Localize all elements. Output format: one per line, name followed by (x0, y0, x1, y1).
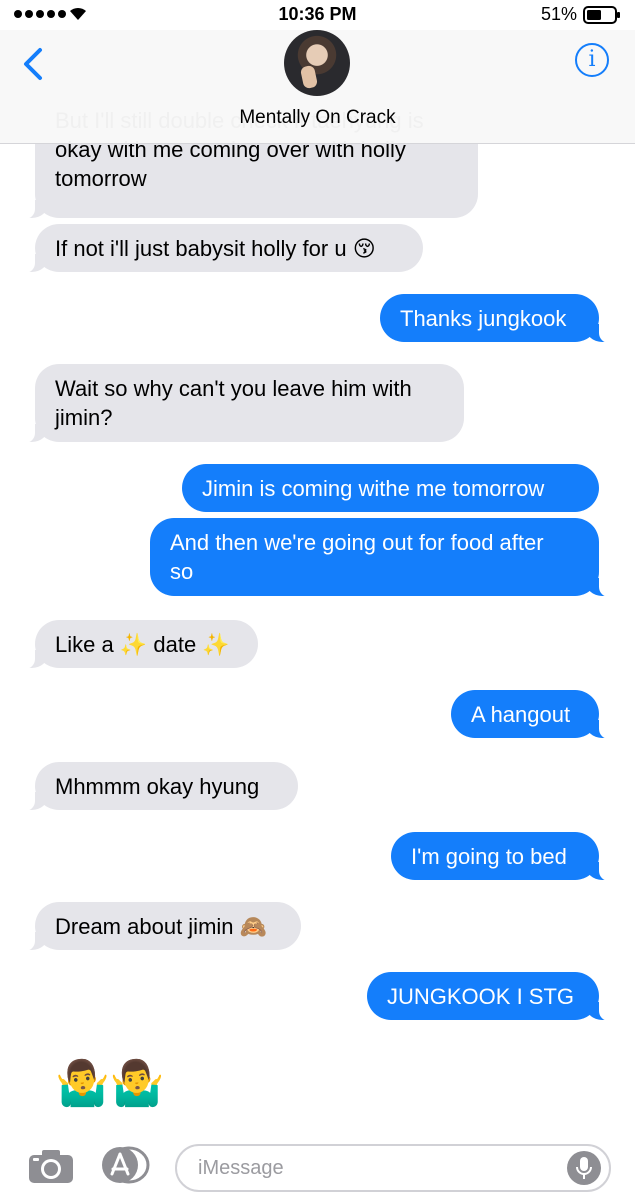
message-bubble-incoming[interactable]: Wait so why can't you leave him with jim… (19, 364, 464, 443)
message-input-placeholder: iMessage (198, 1157, 284, 1179)
battery-percentage: 51% (540, 4, 577, 24)
back-chevron-icon[interactable] (18, 46, 50, 82)
contact-name[interactable]: Mentally On Crack (0, 107, 635, 129)
message-bubble-outgoing[interactable]: Jimin is coming withe me tomorrow (182, 464, 599, 512)
battery-icon (583, 6, 620, 24)
message-bubble-incoming[interactable]: Dream about jimin 🙈 (19, 902, 301, 951)
message-text: Thanks jungkook (400, 306, 567, 331)
contact-avatar[interactable] (284, 30, 350, 96)
message-text: Wait so why can't you leave him with jim… (55, 376, 412, 430)
message-text: Jimin is coming withe me tomorrow (202, 476, 545, 501)
sparkles-emoji: ✨ (119, 633, 148, 658)
message-bubble-outgoing[interactable]: I'm going to bed (391, 832, 615, 881)
status-bar: 10:36 PM 51% (0, 0, 635, 30)
message-text: Dream about jimin 🙈 (55, 914, 268, 940)
message-text: A hangout (471, 702, 571, 727)
message-bubble-incoming[interactable]: If not i'll just babysit holly for u 😚 (19, 224, 423, 273)
camera-icon[interactable] (28, 1148, 74, 1184)
see-no-evil-monkey-emoji: 🙈 (239, 915, 268, 940)
message-text: If not i'll just babysit holly for u 😚 (55, 236, 376, 262)
message-text: Like a ✨ date ✨ (55, 632, 230, 658)
message-text: Mhmmm okay hyung (55, 774, 260, 799)
sparkles-emoji: ✨ (202, 633, 230, 658)
conversation-header: Mentally On Crack i (0, 30, 635, 144)
info-icon[interactable]: i (575, 43, 609, 77)
message-input-bar: iMessage (0, 1130, 635, 1200)
message-text: JUNGKOOK I STG (387, 984, 575, 1009)
message-input[interactable]: iMessage (175, 1144, 611, 1192)
app-store-icon[interactable] (100, 1146, 150, 1184)
microphone-icon[interactable] (567, 1151, 601, 1185)
shrug-emoji-message[interactable]: 🤷‍♂️🤷‍♂️ (55, 1058, 165, 1110)
status-time: 10:36 PM (278, 4, 357, 24)
message-bubble-outgoing[interactable]: JUNGKOOK I STG (367, 972, 615, 1021)
message-bubble-outgoing[interactable]: And then we're going out for food after … (150, 518, 615, 597)
message-bubble-incoming[interactable]: Like a ✨ date ✨ (19, 620, 258, 669)
kissing-face-emoji: 😚 (352, 237, 376, 262)
message-bubble-outgoing[interactable]: A hangout (451, 690, 615, 739)
message-bubble-outgoing[interactable]: Thanks jungkook (380, 294, 615, 343)
message-bubble-incoming[interactable]: Mhmmm okay hyung (19, 762, 298, 811)
message-text: And then we're going out for food after … (170, 530, 544, 584)
message-text: I'm going to bed (411, 844, 567, 869)
